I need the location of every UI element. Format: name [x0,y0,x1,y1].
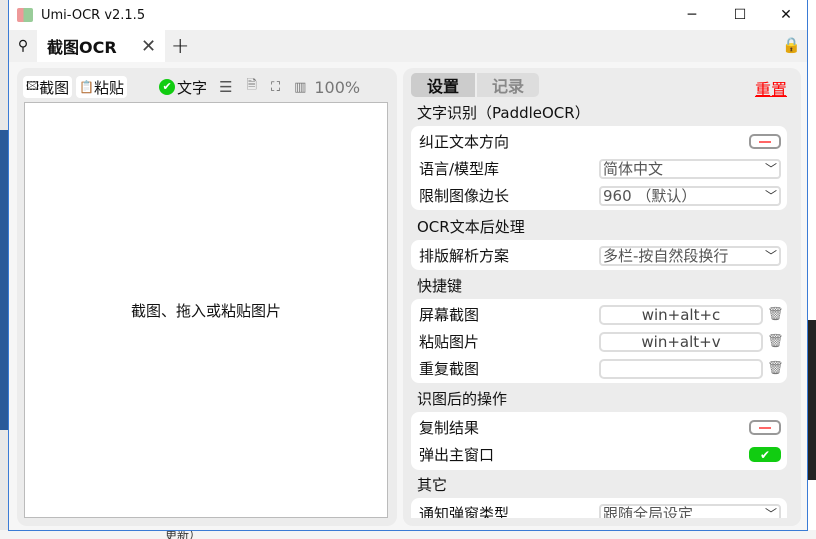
desktop-background-right-dark [808,320,816,480]
chevron-down-icon: ﹀ [764,161,777,176]
tab-close-icon[interactable]: ✕ [141,36,165,57]
image-icon: 🖾 [26,78,40,93]
add-tab-button[interactable]: + [171,34,189,59]
paste-image-label: 粘贴图片 [419,333,480,351]
pin-icon[interactable]: ⚲ [9,38,37,54]
screenshot-button[interactable]: 🖾 截图 [23,76,73,98]
clipboard-icon: 📋 [79,80,95,94]
tab-bar: ⚲ 截图OCR ✕ + 🔒 [9,30,807,62]
trash-icon[interactable]: 🗑 [767,334,784,349]
image-limit-select[interactable]: 960 （默认） ﹀ [599,185,781,206]
chevron-down-icon: ﹀ [764,188,777,203]
list-icon[interactable]: ☰ [219,78,232,96]
minimize-button[interactable]: ─ [669,0,715,30]
image-limit-value: 960 （默认） [603,186,697,205]
close-button[interactable]: ✕ [763,0,809,30]
trash-icon[interactable]: 🗑 [767,361,784,376]
popup-window-toggle[interactable]: ✔ [749,447,781,462]
image-canvas[interactable]: 截图、拖入或粘贴图片 [24,102,388,518]
background-text: 更新） [165,530,202,539]
layout-select[interactable]: 多栏-按自然段换行 ﹀ [599,245,781,266]
trash-icon[interactable]: 🗑 [767,307,784,322]
reset-button[interactable]: 重置 [755,76,787,100]
section-title-post: OCR文本后处理 [417,218,525,236]
zoom-level: 100% [314,77,361,97]
app-logo-icon [17,8,33,22]
correct-direction-label: 纠正文本方向 [419,133,510,151]
section-title-ocr: 文字识别（PaddleOCR） [417,104,590,122]
tab-records[interactable]: 记录 [475,73,539,97]
screenshot-label: 截图 [39,78,70,97]
screen-capture-hotkey[interactable]: win+alt+c [599,304,763,325]
window-title: Umi-OCR v2.1.5 [41,7,146,23]
tab-label: 截图OCR [47,38,117,57]
panel-bottom-edge [403,518,801,526]
settings-tabs: 设置 记录 [411,73,539,97]
post-settings-card: 排版解析方案 多栏-按自然段换行 ﹀ [411,240,787,270]
canvas-placeholder: 截图、拖入或粘贴图片 [130,301,281,320]
fit-screen-icon[interactable]: ⛶ [271,80,280,95]
lock-icon[interactable]: 🔒 [782,36,801,54]
text-toggle-label: 文字 [177,78,208,97]
after-settings-card: 复制结果 弹出主窗口 ✔ [411,412,787,470]
check-icon: ✔ [159,79,176,95]
settings-panel: 设置 记录 重置 文字识别（PaddleOCR） 纠正文本方向 语言/模型库 简体… [403,68,801,526]
maximize-button[interactable]: ☐ [717,0,763,30]
save-icon[interactable]: 🗎 [247,76,257,98]
copy-result-toggle[interactable] [749,420,781,435]
paste-image-hotkey[interactable]: win+alt+v [599,331,763,352]
original-size-icon[interactable]: ▥ [294,80,306,95]
tab-screenshot-ocr[interactable]: 截图OCR ✕ [37,30,165,62]
image-toolbar: 🖾 截图 📋 粘贴 ✔ 文字 ☰ 🗎 ⛶ ▥ 100% [23,76,391,98]
ocr-settings-card: 纠正文本方向 语言/模型库 简体中文 ﹀ 限制图像边长 960 （默认） ﹀ [411,126,787,210]
image-limit-label: 限制图像边长 [419,187,510,205]
paste-label: 粘贴 [94,78,125,97]
layout-label: 排版解析方案 [419,247,510,265]
correct-direction-toggle[interactable] [749,134,781,149]
section-title-other: 其它 [417,476,448,494]
app-window: Umi-OCR v2.1.5 ─ ☐ ✕ ⚲ 截图OCR ✕ + 🔒 🖾 截图 📋… [8,0,808,531]
image-panel: 🖾 截图 📋 粘贴 ✔ 文字 ☰ 🗎 ⛶ ▥ 100% 截图、拖入或粘贴图片 [17,68,397,526]
desktop-background-bottom: 更新） [0,530,816,539]
layout-value: 多栏-按自然段换行 [603,246,729,265]
tab-settings[interactable]: 设置 [411,73,475,97]
section-title-after: 识图后的操作 [417,390,508,408]
language-select[interactable]: 简体中文 ﹀ [599,158,781,179]
hotkey-settings-card: 屏幕截图 win+alt+c 🗑 粘贴图片 win+alt+v 🗑 重复截图 🗑 [411,299,787,383]
popup-window-label: 弹出主窗口 [419,446,495,464]
copy-result-label: 复制结果 [419,419,480,437]
section-title-hotkey: 快捷键 [417,277,463,295]
language-value: 简体中文 [603,159,664,178]
chevron-down-icon: ﹀ [764,248,777,263]
screen-capture-label: 屏幕截图 [419,306,480,324]
language-label: 语言/模型库 [419,160,500,178]
text-toggle[interactable]: ✔ 文字 [159,77,207,98]
title-bar: Umi-OCR v2.1.5 ─ ☐ ✕ [9,0,807,30]
desktop-background [0,130,8,430]
repeat-capture-label: 重复截图 [419,360,480,378]
paste-button[interactable]: 📋 粘贴 [76,76,128,98]
repeat-capture-hotkey[interactable] [599,358,763,379]
